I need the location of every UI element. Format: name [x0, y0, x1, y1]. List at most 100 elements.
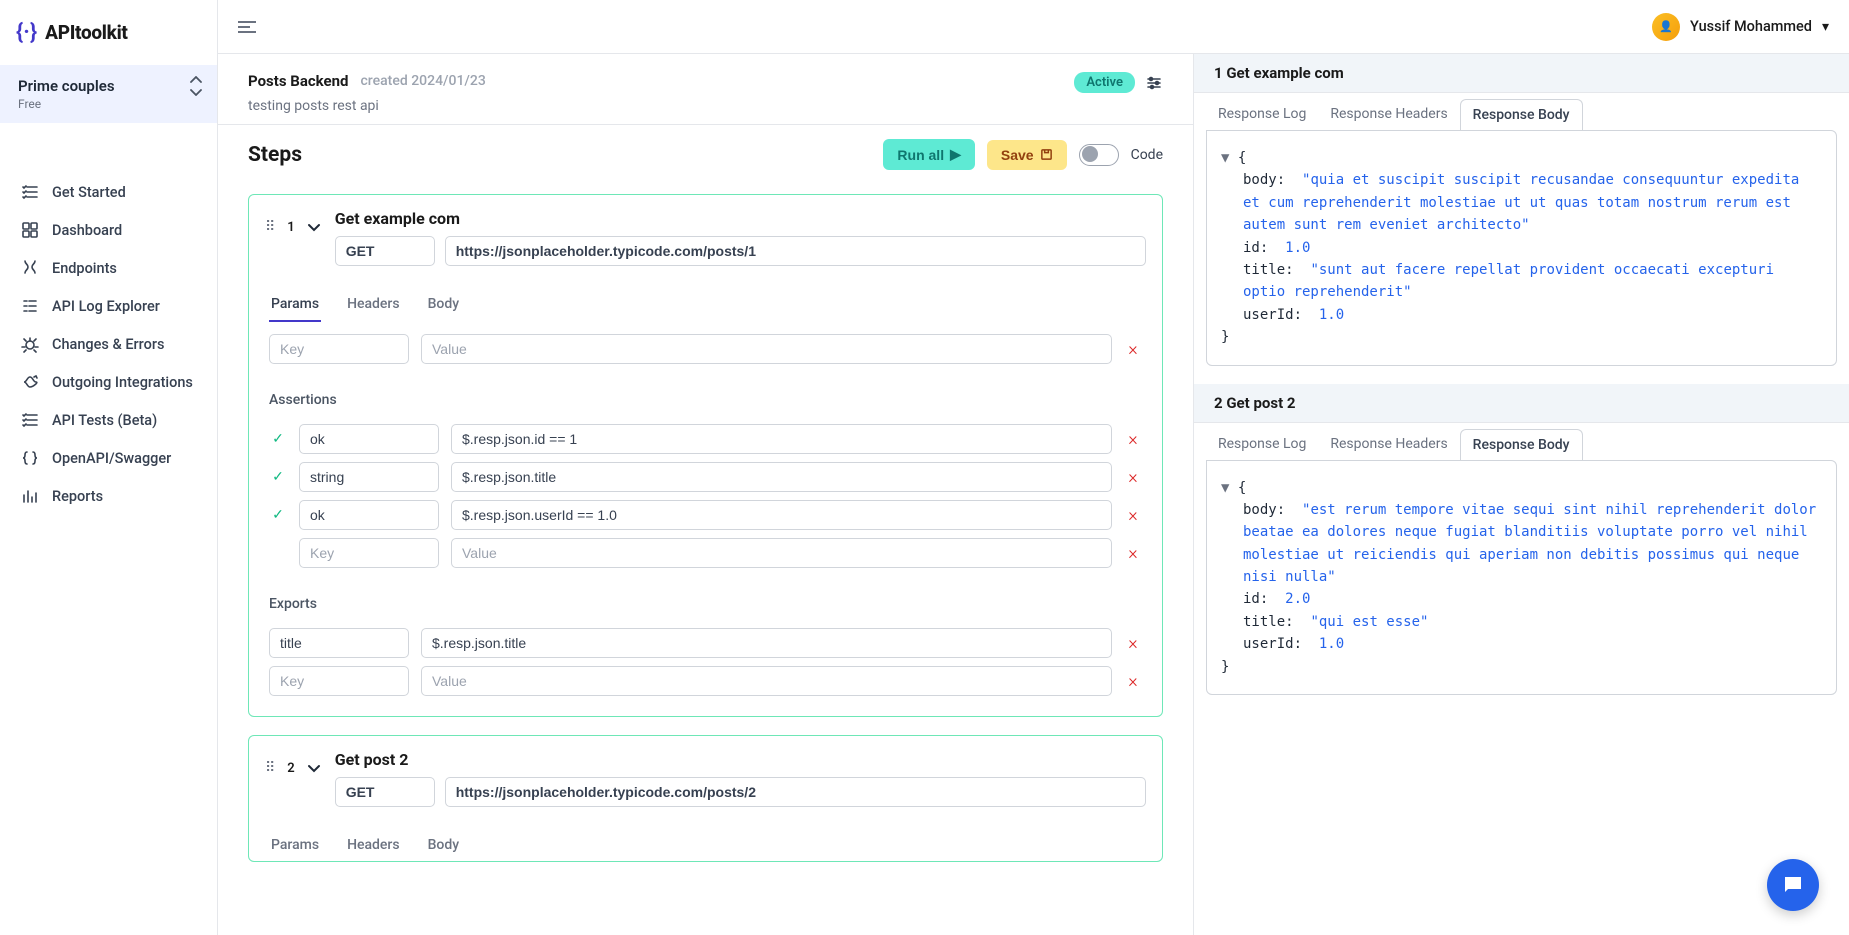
- nav-label: Changes & Errors: [52, 336, 164, 353]
- collapse-icon[interactable]: ▼: [1221, 150, 1229, 166]
- result-block: 2 Get post 2 Response Log Response Heade…: [1194, 384, 1849, 696]
- tab-params[interactable]: Params: [269, 288, 321, 322]
- nav-label: Endpoints: [52, 260, 117, 277]
- chevron-up-icon[interactable]: [189, 75, 203, 85]
- sidebar-item-outgoing[interactable]: Outgoing Integrations: [0, 363, 217, 401]
- method-input[interactable]: [335, 777, 435, 807]
- param-key-input[interactable]: [269, 334, 409, 364]
- param-value-input[interactable]: [421, 334, 1112, 364]
- export-value-input[interactable]: [421, 666, 1112, 696]
- drag-handle-icon[interactable]: ⠿: [265, 760, 275, 776]
- sidebar-item-openapi[interactable]: OpenAPI/Swagger: [0, 439, 217, 477]
- chat-button[interactable]: [1767, 859, 1819, 911]
- project-name: Prime couples: [18, 77, 199, 95]
- sidebar-item-endpoints[interactable]: Endpoints: [0, 249, 217, 287]
- url-input[interactable]: [445, 236, 1146, 266]
- tab-response-body[interactable]: Response Body: [1460, 99, 1583, 130]
- method-input[interactable]: [335, 236, 435, 266]
- sidebar-item-reports[interactable]: Reports: [0, 477, 217, 515]
- sidebar-item-log-explorer[interactable]: API Log Explorer: [0, 287, 217, 325]
- assertions-label: Assertions: [249, 384, 1162, 412]
- exports-label: Exports: [249, 588, 1162, 616]
- assertion-key-input[interactable]: [299, 500, 439, 530]
- tab-body[interactable]: Body: [426, 829, 462, 861]
- logo-icon: {·}: [16, 20, 37, 45]
- response-body: ▼ { body: "est rerum tempore vitae sequi…: [1206, 460, 1837, 696]
- sidebar-item-api-tests[interactable]: API Tests (Beta): [0, 401, 217, 439]
- delete-icon[interactable]: ×: [1124, 339, 1142, 360]
- project-selector[interactable]: Prime couples Free: [0, 65, 217, 123]
- tab-response-headers[interactable]: Response Headers: [1318, 99, 1459, 130]
- step-number: 2: [287, 761, 294, 776]
- tab-response-headers[interactable]: Response Headers: [1318, 429, 1459, 460]
- assertion-key-input[interactable]: [299, 462, 439, 492]
- export-key-input[interactable]: [269, 628, 409, 658]
- chevron-down-icon[interactable]: [189, 87, 203, 97]
- checklist-icon: [20, 411, 40, 429]
- chevron-down-icon[interactable]: [307, 763, 321, 773]
- delete-icon[interactable]: ×: [1124, 543, 1142, 564]
- delete-icon[interactable]: ×: [1124, 505, 1142, 526]
- logo[interactable]: {·} APItoolkit: [0, 0, 217, 65]
- nav-label: OpenAPI/Swagger: [52, 450, 171, 467]
- sidebar-item-changes-errors[interactable]: Changes & Errors: [0, 325, 217, 363]
- delete-icon[interactable]: ×: [1124, 467, 1142, 488]
- export-value-input[interactable]: [421, 628, 1112, 658]
- steps-title: Steps: [248, 143, 302, 167]
- check-icon: ✓: [269, 431, 287, 447]
- export-key-input[interactable]: [269, 666, 409, 696]
- right-panel: 1 Get example com Response Log Response …: [1193, 54, 1849, 935]
- menu-toggle-icon[interactable]: [238, 21, 256, 33]
- left-panel: Posts Backend created 2024/01/23 testing…: [218, 54, 1193, 935]
- endpoints-icon: [20, 259, 40, 277]
- sidebar-item-get-started[interactable]: Get Started: [0, 173, 217, 211]
- nav-label: Dashboard: [52, 222, 122, 239]
- avatar: 👤: [1652, 13, 1680, 41]
- drag-handle-icon[interactable]: ⠿: [265, 219, 275, 235]
- delete-icon[interactable]: ×: [1124, 429, 1142, 450]
- braces-icon: [20, 449, 40, 467]
- check-icon: ✓: [269, 469, 287, 485]
- tab-response-log[interactable]: Response Log: [1206, 99, 1318, 130]
- tab-response-body[interactable]: Response Body: [1460, 429, 1583, 460]
- code-toggle[interactable]: [1079, 144, 1119, 166]
- username: Yussif Mohammed: [1690, 18, 1812, 35]
- user-menu[interactable]: 👤 Yussif Mohammed ▾: [1652, 13, 1829, 41]
- test-description: testing posts rest api: [248, 98, 486, 114]
- bug-icon: [20, 335, 40, 353]
- tab-headers[interactable]: Headers: [345, 829, 402, 861]
- settings-icon[interactable]: [1145, 74, 1163, 92]
- tab-body[interactable]: Body: [426, 288, 462, 322]
- topbar: 👤 Yussif Mohammed ▾: [218, 0, 1849, 54]
- nav: Get Started Dashboard Endpoints API Log …: [0, 123, 217, 515]
- logo-text: APItoolkit: [45, 21, 127, 44]
- delete-icon[interactable]: ×: [1124, 633, 1142, 654]
- tab-params[interactable]: Params: [269, 829, 321, 861]
- assertion-value-input[interactable]: [451, 500, 1112, 530]
- nav-label: Outgoing Integrations: [52, 374, 193, 391]
- assertion-key-input[interactable]: [299, 424, 439, 454]
- step-name: Get post 2: [335, 750, 1146, 769]
- sidebar-item-dashboard[interactable]: Dashboard: [0, 211, 217, 249]
- result-title: 2 Get post 2: [1194, 384, 1849, 423]
- run-all-button[interactable]: Run all▶: [883, 139, 974, 170]
- url-input[interactable]: [445, 777, 1146, 807]
- project-plan: Free: [18, 97, 199, 111]
- log-icon: [20, 297, 40, 315]
- assertion-value-input[interactable]: [451, 538, 1112, 568]
- caret-down-icon: ▾: [1822, 19, 1829, 35]
- tab-headers[interactable]: Headers: [345, 288, 402, 322]
- step-name: Get example com: [335, 209, 1146, 228]
- check-icon: ✓: [269, 507, 287, 523]
- response-body: ▼ { body: "quia et suscipit suscipit rec…: [1206, 130, 1837, 366]
- delete-icon[interactable]: ×: [1124, 671, 1142, 692]
- play-icon: ▶: [950, 146, 961, 163]
- chevron-down-icon[interactable]: [307, 222, 321, 232]
- assertion-value-input[interactable]: [451, 424, 1112, 454]
- collapse-icon[interactable]: ▼: [1221, 480, 1229, 496]
- save-button[interactable]: Save: [987, 140, 1067, 170]
- tab-response-log[interactable]: Response Log: [1206, 429, 1318, 460]
- assertion-key-input[interactable]: [299, 538, 439, 568]
- status-badge: Active: [1074, 72, 1135, 93]
- assertion-value-input[interactable]: [451, 462, 1112, 492]
